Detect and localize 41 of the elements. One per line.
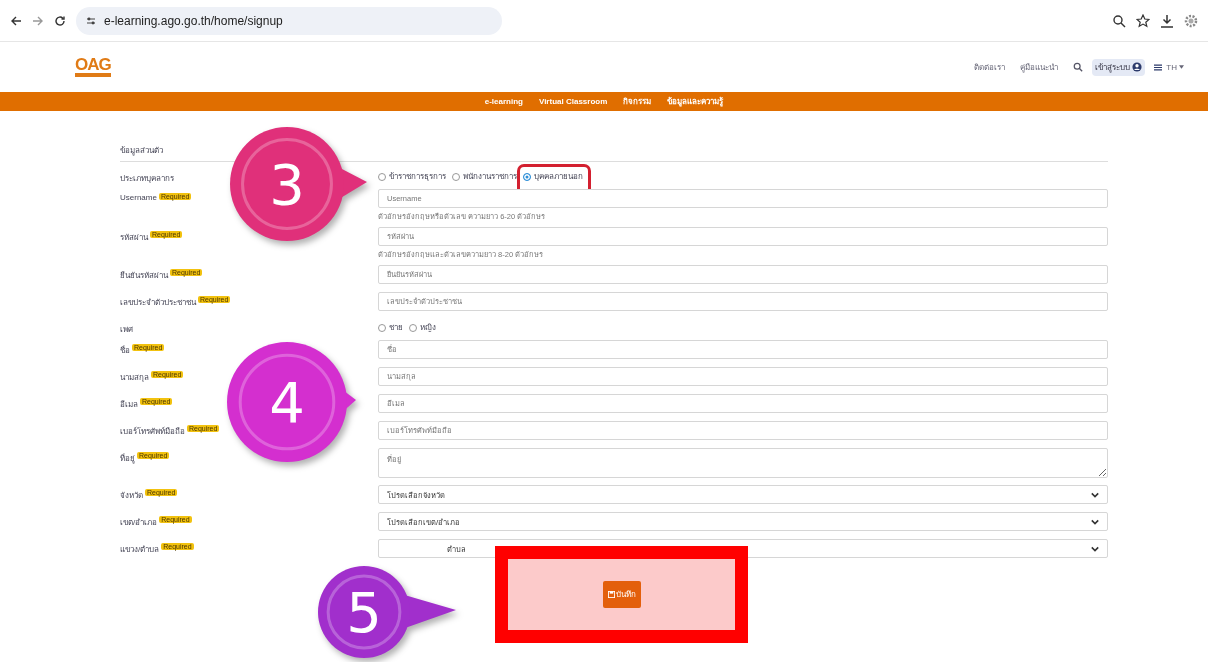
gear-icon[interactable] — [1184, 13, 1198, 28]
chevron-down-icon — [1091, 518, 1099, 525]
menu-icon[interactable] — [1154, 63, 1163, 71]
chevron-down-icon — [1091, 491, 1099, 498]
url-text: e-learning.ago.go.th/home/signup — [104, 13, 283, 28]
download-icon[interactable] — [1160, 13, 1174, 28]
radio-label[interactable]: หญิง — [420, 321, 436, 334]
field-label: Username — [120, 193, 157, 202]
radio-label[interactable]: ข้าราชการธุรการ — [389, 170, 446, 183]
field-label: เลขประจำตัวประชาชน — [120, 297, 196, 309]
zoom-icon[interactable] — [1112, 13, 1126, 28]
site-settings-icon[interactable] — [86, 15, 96, 26]
field-label: เขต/อำเภอ — [120, 517, 158, 529]
radio-label[interactable]: บุคคลภายนอก — [534, 170, 583, 183]
reload-icon[interactable] — [54, 14, 66, 27]
field-label: แขวง/ตำบล — [120, 544, 160, 556]
forward-arrow-icon[interactable] — [32, 14, 44, 27]
field-label: เบอร์โทรศัพท์มือถือ — [120, 426, 185, 438]
save-button[interactable]: บันทึก — [602, 581, 641, 608]
field-label: อีเมล — [120, 399, 138, 411]
field-label: ประเภทบุคลากร — [120, 173, 174, 185]
back-arrow-icon[interactable] — [10, 14, 22, 27]
field-label: จังหวัด — [120, 490, 143, 502]
header-link[interactable]: ติดต่อเรา — [974, 60, 1006, 74]
field-label: ที่อยู่ — [120, 452, 135, 465]
header-link[interactable]: คู่มือแนะนำ — [1020, 60, 1059, 74]
field-label: เพศ — [120, 324, 133, 336]
radio-button[interactable] — [523, 172, 531, 181]
user-icon — [1132, 62, 1143, 72]
field-label: ยืนยันรหัสผ่าน — [120, 270, 168, 282]
radio-label[interactable]: ชาย — [389, 321, 403, 334]
language-selector[interactable]: TH — [1166, 62, 1184, 72]
search-icon[interactable] — [1073, 62, 1084, 72]
field-label: รหัสผ่าน — [120, 232, 148, 244]
address-bar[interactable]: e-learning.ago.go.th/home/signup — [76, 6, 502, 35]
radio-label[interactable]: พนักงานราชการ — [463, 170, 517, 183]
caret-icon — [1179, 65, 1184, 69]
star-icon[interactable] — [1136, 13, 1150, 28]
field-label: นามสกุล — [120, 372, 149, 384]
login-button[interactable]: เข้าสู่ระบบ — [1092, 58, 1146, 76]
field-label: ชื่อ — [120, 344, 130, 357]
